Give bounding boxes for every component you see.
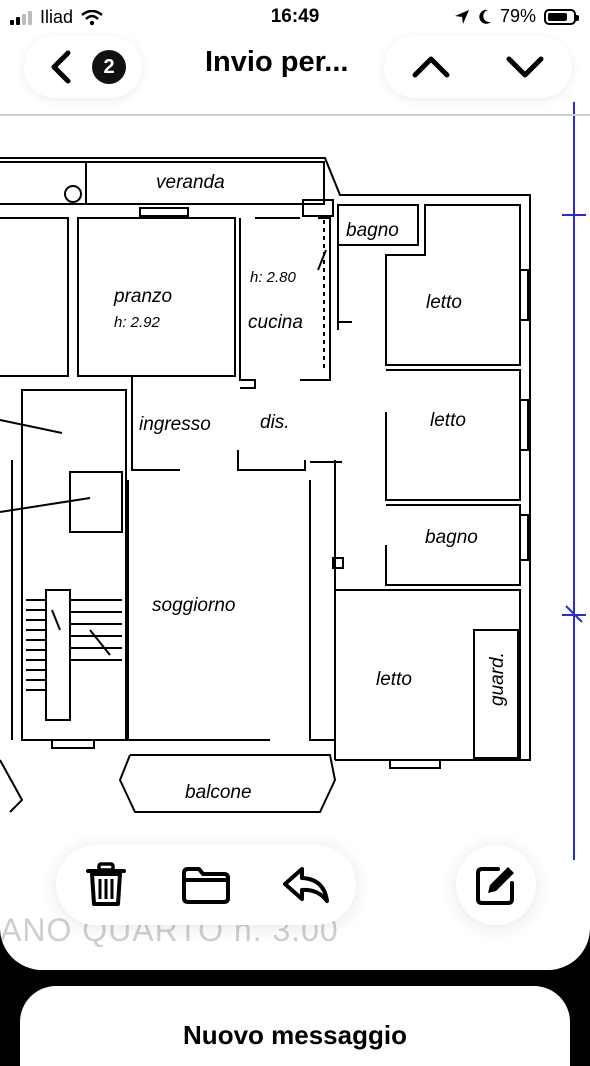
reply-button[interactable] xyxy=(280,859,332,911)
room-guard: guard. xyxy=(487,652,508,706)
room-balcone: balcone xyxy=(185,782,252,803)
trash-icon xyxy=(86,862,126,906)
nav-bar: 2 Invio per... xyxy=(0,36,590,102)
room-ingresso: ingresso xyxy=(139,414,211,435)
folder-icon xyxy=(182,867,230,904)
status-bar: Iliad 16:49 79% xyxy=(0,0,590,36)
floor-plan-image[interactable]: veranda bagno pranzo h: 2.92 h: 2.80 cuc… xyxy=(0,100,590,880)
back-button[interactable]: 2 xyxy=(24,36,142,98)
room-veranda: veranda xyxy=(156,172,225,193)
chevron-up-icon[interactable] xyxy=(409,47,453,87)
room-cucina: cucina xyxy=(248,312,303,333)
battery-percent: 79% xyxy=(499,6,536,26)
new-message-draft-card[interactable]: Nuovo messaggio xyxy=(20,986,570,1066)
battery-icon xyxy=(544,8,579,25)
delete-button[interactable] xyxy=(80,859,132,911)
location-arrow-icon xyxy=(454,9,469,24)
moon-icon xyxy=(479,9,491,24)
message-subject-title: Invio per... xyxy=(205,46,349,78)
compose-toolbar xyxy=(456,845,536,925)
room-bagno-mid: bagno xyxy=(425,527,478,548)
room-letto-3: letto xyxy=(376,669,412,690)
room-letto-2: letto xyxy=(430,410,466,431)
room-dis: dis. xyxy=(260,412,290,433)
room-pranzo: pranzo xyxy=(113,286,172,307)
reply-icon xyxy=(283,867,329,903)
message-toolbar xyxy=(56,845,356,925)
status-right: 79% xyxy=(454,6,579,27)
chevron-left-icon xyxy=(51,50,71,84)
room-bagno-top: bagno xyxy=(346,220,399,241)
new-message-title: Nuovo messaggio xyxy=(183,1020,407,1050)
room-letto-1: letto xyxy=(426,292,462,313)
move-to-folder-button[interactable] xyxy=(180,859,232,911)
room-cucina-height: h: 2.80 xyxy=(250,269,297,286)
nav-divider xyxy=(0,114,590,116)
chevron-down-icon[interactable] xyxy=(503,47,547,87)
unread-count-badge: 2 xyxy=(92,50,126,84)
room-pranzo-height: h: 2.92 xyxy=(114,314,161,331)
message-viewer: veranda bagno pranzo h: 2.92 h: 2.80 cuc… xyxy=(0,0,590,970)
compose-icon xyxy=(476,867,514,905)
room-soggiorno: soggiorno xyxy=(152,595,235,616)
compose-button[interactable] xyxy=(470,859,522,911)
message-navigation xyxy=(384,36,572,98)
